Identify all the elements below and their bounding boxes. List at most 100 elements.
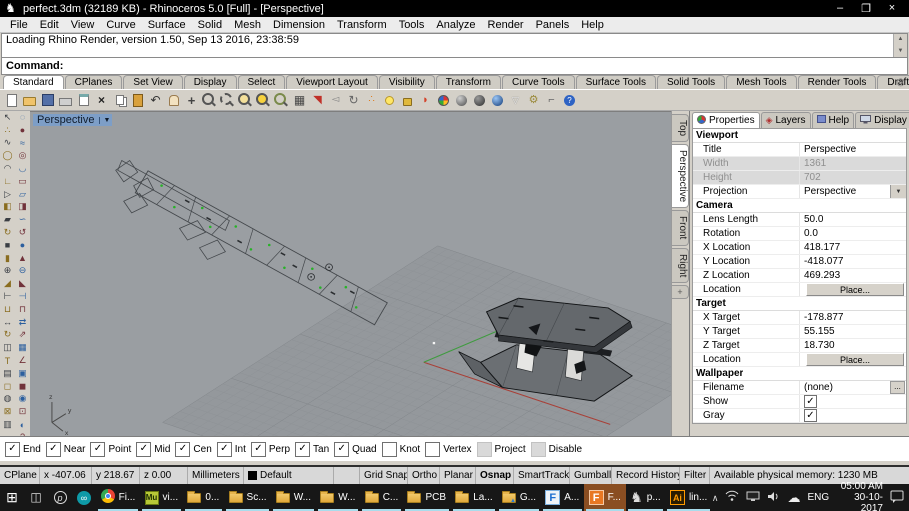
panel-tab-layers[interactable]: ◈ Layers <box>760 112 811 128</box>
project-checkbox[interactable]: ✓ <box>476 441 492 457</box>
show-tool-icon[interactable]: ◉ <box>15 393 30 406</box>
join-tool-icon[interactable]: ⊔ <box>0 303 15 316</box>
tab-display[interactable]: Display <box>183 75 237 89</box>
circle-tangent-tool-icon[interactable]: ◎ <box>15 149 30 162</box>
taskbar-item-rhino-file-16[interactable]: ♞ p... <box>626 484 666 511</box>
property-value[interactable]: 55.155 <box>799 325 906 338</box>
rail-revolve-tool-icon[interactable]: ↺ <box>15 226 30 239</box>
ungroup-tool-icon[interactable]: ◼ <box>15 380 30 393</box>
taskbar-item-chrome-4[interactable]: Fi... <box>96 484 140 511</box>
print-icon[interactable] <box>57 92 74 109</box>
polygon-tool-icon[interactable]: ▷ <box>0 188 15 201</box>
mouse-select-icon[interactable]: ◅ <box>327 92 344 109</box>
tab-solid-tools[interactable]: Solid Tools <box>657 75 726 89</box>
padlock-icon[interactable] <box>399 92 416 109</box>
minimize-button[interactable]: – <box>827 2 853 15</box>
quad-checkbox[interactable]: ✓ <box>334 441 350 457</box>
viewport-tab-new[interactable]: + <box>672 285 689 300</box>
block-tool-icon[interactable]: ▣ <box>15 367 30 380</box>
darker-sphere-icon[interactable] <box>471 92 488 109</box>
mirror-tool-icon[interactable]: ◫ <box>0 341 15 354</box>
menu-help[interactable]: Help <box>575 19 610 31</box>
property-value[interactable]: 469.293 <box>799 269 906 282</box>
render-wheel-icon[interactable] <box>435 92 452 109</box>
taskbar-item-folder-11[interactable]: PCB <box>403 484 451 511</box>
end-checkbox[interactable]: ✓ <box>5 441 20 457</box>
copy-page-icon[interactable] <box>75 92 92 109</box>
osnap-tan[interactable]: ✓ Tan <box>295 441 329 457</box>
osnap-cen[interactable]: ✓ Cen <box>175 441 212 457</box>
lasso-tool-icon[interactable]: ◌ <box>15 111 30 124</box>
dark-sphere-icon[interactable] <box>453 92 470 109</box>
status-osnap[interactable]: Osnap <box>476 467 514 484</box>
tab-mesh-tools[interactable]: Mesh Tools <box>726 75 797 89</box>
taskbar-clock[interactable]: 05:00 AM 30-10-2017 <box>836 481 883 511</box>
save-floppy-icon[interactable] <box>39 92 56 109</box>
browse-file-button[interactable]: ... <box>890 381 905 394</box>
zoom-dynamic-icon[interactable] <box>201 92 218 109</box>
viewport-tab-right[interactable]: Right <box>672 247 689 284</box>
status-default[interactable]: Default <box>244 467 334 484</box>
move-tool-icon[interactable]: ↔ <box>0 316 15 329</box>
viewport-grid-icon[interactable]: ▦ <box>291 92 308 109</box>
lightbulb-icon[interactable] <box>381 92 398 109</box>
menu-edit[interactable]: Edit <box>34 19 65 31</box>
status-planar[interactable]: Planar <box>440 467 476 484</box>
sphere-tool-icon[interactable]: ● <box>15 239 30 252</box>
tab-standard[interactable]: Standard <box>3 75 64 89</box>
menu-view[interactable]: View <box>65 19 101 31</box>
corner-box-icon[interactable]: ⌐ <box>543 92 560 109</box>
place-camera-button[interactable]: Place... <box>806 283 904 296</box>
red-fin-icon[interactable]: ◥ <box>309 92 326 109</box>
disable-checkbox[interactable]: ✓ <box>530 441 546 457</box>
extrude-tool-icon[interactable]: ▰ <box>0 213 15 226</box>
action-center-button[interactable] <box>890 490 904 506</box>
zoom-selected-icon[interactable] <box>255 92 272 109</box>
gears-icon[interactable]: ⚙ <box>525 92 542 109</box>
trim-tool-icon[interactable]: ⊢ <box>0 290 15 303</box>
perspective-viewport[interactable]: Perspective ▼ z y x <box>30 111 671 436</box>
arc-tool-icon[interactable]: ◠ <box>0 162 15 175</box>
tab-surface-tools[interactable]: Surface Tools <box>575 75 656 89</box>
taskbar-item-folder-10[interactable]: C... <box>360 484 403 511</box>
status-x-407-06[interactable]: x -407.06 <box>40 467 92 484</box>
tray-wifi-icon[interactable] <box>725 490 739 505</box>
menu-solid[interactable]: Solid <box>192 19 228 31</box>
polyline-tool-icon[interactable]: ∟ <box>0 175 15 188</box>
red-yellow-fin-icon[interactable]: ◗ <box>417 92 434 109</box>
plane-tool-icon[interactable]: ▱ <box>15 188 30 201</box>
select-arrow-tool-icon[interactable]: ↖ <box>0 111 15 124</box>
osnap-project[interactable]: ✓Project <box>476 441 526 457</box>
new-file-icon[interactable] <box>3 92 20 109</box>
taskbar-item-folder-8[interactable]: W... <box>271 484 315 511</box>
property-value[interactable]: 0.0 <box>799 227 906 240</box>
undo-arrow-icon[interactable]: ↶ <box>147 92 164 109</box>
copy-duplicate-icon[interactable] <box>111 92 128 109</box>
menu-tools[interactable]: Tools <box>393 19 431 31</box>
point-checkbox[interactable]: ✓ <box>90 441 106 457</box>
viewport-tab-top[interactable]: Top <box>672 114 689 143</box>
rotate-magnifier-icon[interactable] <box>273 92 290 109</box>
dimension-tool-icon[interactable]: ∠ <box>15 354 30 367</box>
unlock-tool-icon[interactable]: ⊡ <box>15 405 30 418</box>
status-z-0-00[interactable]: z 0.00 <box>140 467 188 484</box>
taskbar-item-mu-editor-5[interactable]: Mu vi... <box>140 484 183 511</box>
projection-dropdown[interactable]: Perspective ▼ <box>799 185 906 198</box>
osnap-near[interactable]: ✓ Near <box>45 441 85 457</box>
orange-points-icon[interactable]: ∴ <box>363 92 380 109</box>
chevron-down-icon[interactable]: ▼ <box>890 185 906 198</box>
cen-checkbox[interactable]: ✓ <box>175 441 191 457</box>
fillet-tool-icon[interactable]: ◢ <box>0 277 15 290</box>
menu-mesh[interactable]: Mesh <box>228 19 267 31</box>
near-checkbox[interactable]: ✓ <box>45 441 61 457</box>
tab-select[interactable]: Select <box>237 75 286 89</box>
blue-help-icon[interactable]: ? <box>561 92 578 109</box>
delete-x-icon[interactable]: × <box>93 92 110 109</box>
status-filter[interactable]: Filter <box>680 467 710 484</box>
osnap-int[interactable]: ✓ Int <box>216 441 246 457</box>
knot-checkbox[interactable]: ✓ <box>381 441 397 457</box>
taskbar-item-folder-6[interactable]: 0... <box>183 484 224 511</box>
property-value[interactable]: 50.0 <box>799 213 906 226</box>
close-button[interactable]: × <box>879 2 905 15</box>
split-tool-icon[interactable]: ⊣ <box>15 290 30 303</box>
